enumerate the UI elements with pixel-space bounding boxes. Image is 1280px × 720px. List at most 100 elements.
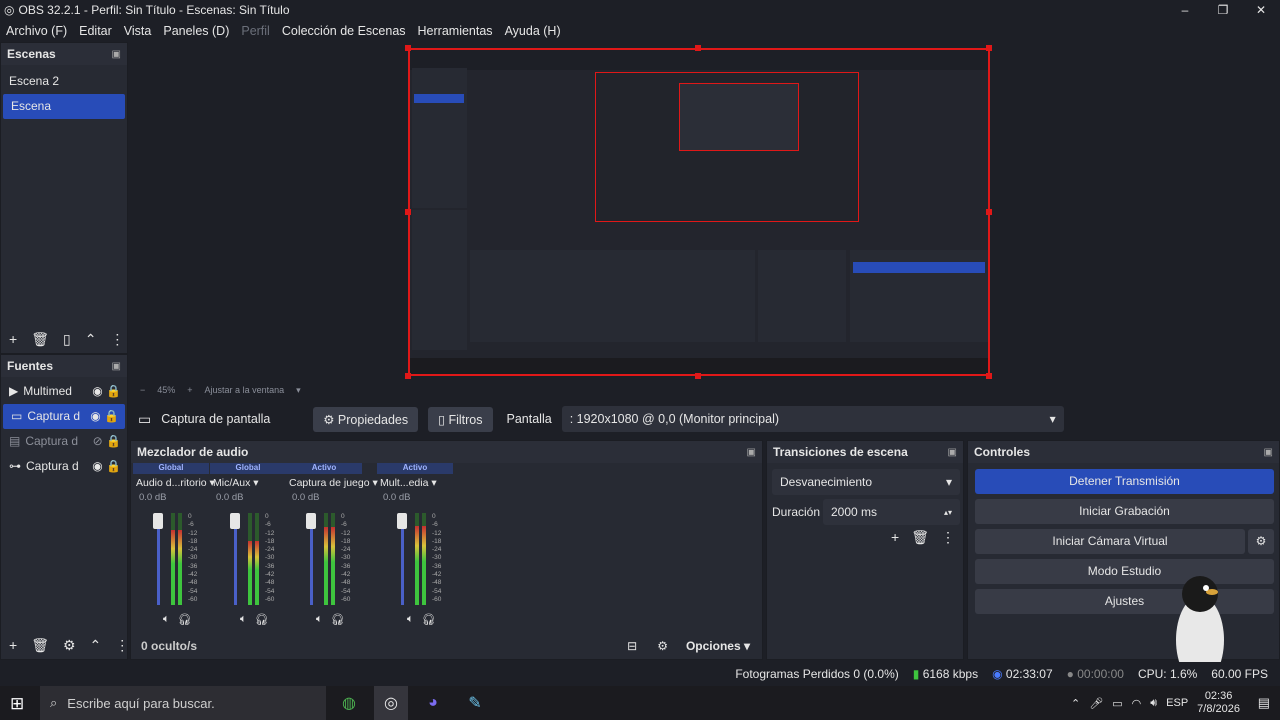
source-item[interactable]: ⊶ Captura d ◉ 🔒 [1,454,127,479]
resize-handle[interactable] [695,45,701,51]
layout-icon[interactable]: ⊟ [627,639,637,653]
volume-icon[interactable]: 🔊︎ [1150,697,1157,710]
resize-handle[interactable] [405,373,411,379]
trash-icon[interactable]: 🗑 [31,637,49,654]
more-icon[interactable]: ⋮ [115,637,129,654]
maximize-button[interactable]: ❐ [1204,0,1242,20]
chevron-down-icon: ▾ [1049,412,1056,426]
advanced-audio-icon[interactable]: ⚙ [657,639,668,653]
float-icon[interactable]: ▣ [747,447,756,458]
filters-button[interactable]: ▯ Filtros [428,406,493,432]
paint-icon[interactable]: ✎ [458,686,492,720]
stop-stream-button[interactable]: Detener Transmisión [975,469,1274,494]
preview-canvas[interactable] [408,48,990,376]
channel-mode: Global [133,463,209,474]
clock[interactable]: 02:36 7/8/2026 [1197,690,1240,716]
trash-icon[interactable]: 🗑 [31,331,49,348]
discord-icon[interactable]: ◕ [416,686,450,720]
language-indicator[interactable]: ESP [1166,697,1188,709]
virtual-camera-button[interactable]: Iniciar Cámara Virtual [975,529,1245,554]
menu-herramientas[interactable]: Herramientas [412,24,499,38]
windows-start-icon[interactable]: ⊞ [10,694,24,714]
float-icon[interactable]: ▣ [112,361,121,372]
resize-handle[interactable] [405,45,411,51]
volume-slider-handle[interactable] [230,513,240,529]
menu-coleccion[interactable]: Colección de Escenas [276,24,412,38]
chevron-up-icon[interactable]: ⌃ [90,637,102,654]
resize-handle[interactable] [695,373,701,379]
microphone-icon[interactable]: 🎤︎ [1089,697,1103,710]
eye-icon[interactable]: ◉ 🔒 [92,454,121,479]
trash-icon[interactable]: 🗑 [911,529,929,546]
channel-name[interactable]: Mult...edia ▾ [377,474,453,492]
wifi-icon[interactable]: ◠ [1132,697,1142,710]
more-icon[interactable]: ⋮ [110,331,124,348]
menu-vista[interactable]: Vista [118,24,158,38]
menu-perfil[interactable]: Perfil [235,24,275,38]
chevron-up-icon[interactable]: ⌃ [85,331,97,348]
volume-slider-handle[interactable] [153,513,163,529]
volume-slider-handle[interactable] [397,513,407,529]
eye-icon[interactable]: ◉ 🔒 [92,379,121,404]
properties-button[interactable]: ⚙ Propiedades [313,406,419,432]
eye-hidden-icon[interactable]: ⊘ 🔒 [93,429,121,454]
taskbar-search[interactable]: ⌕ Escribe aquí para buscar. [40,686,326,720]
minimize-button[interactable]: – [1166,0,1204,20]
add-icon[interactable]: + [9,331,17,347]
speaker-icon[interactable]: 🔈︎ [163,613,170,626]
menu-ayuda[interactable]: Ayuda (H) [499,24,567,38]
obs-icon[interactable]: ◎ [374,686,408,720]
float-icon[interactable]: ▣ [112,49,121,60]
start-recording-button[interactable]: Iniciar Grabación [975,499,1274,524]
spin-arrows-icon[interactable]: ▴▾ [944,508,952,517]
eye-icon[interactable]: ◉ 🔒 [90,404,119,429]
meter-scale-tick: -54 [265,587,275,595]
resize-handle[interactable] [986,45,992,51]
fit-window-button[interactable]: Ajustar a la ventana [205,385,285,395]
battery-icon[interactable]: ▭ [1112,697,1122,710]
channel-name[interactable]: Mic/Aux ▾ [210,474,286,492]
close-button[interactable]: ✕ [1242,0,1280,20]
add-icon[interactable]: + [891,529,899,546]
resize-handle[interactable] [986,209,992,215]
controls-title: Controles [974,445,1031,459]
headphones-icon[interactable]: 🎧︎ [178,613,192,626]
menu-archivo[interactable]: Archivo (F) [0,24,73,38]
float-icon[interactable]: ▣ [948,447,957,458]
headphones-icon[interactable]: 🎧︎ [422,613,436,626]
chevron-down-icon[interactable]: ▾ [296,385,301,396]
source-item-selected[interactable]: ▭ Captura d ◉ 🔒 [3,404,125,429]
options-button[interactable]: Opciones ▾ [686,639,750,653]
scene-item[interactable]: Escena 2 [1,69,127,94]
float-icon[interactable]: ▣ [1264,447,1273,458]
resize-handle[interactable] [405,209,411,215]
menu-paneles[interactable]: Paneles (D) [157,24,235,38]
zoom-out-button[interactable]: − [140,385,145,395]
headphones-icon[interactable]: 🎧︎ [255,613,269,626]
level-meter [178,513,182,605]
gear-icon[interactable]: ⚙ [63,637,76,654]
speaker-icon[interactable]: 🔈︎ [240,613,247,626]
duration-spinbox[interactable]: 2000 ms ▴▾ [823,499,960,525]
source-item[interactable]: ▤ Captura d ⊘ 🔒 [1,429,127,454]
channel-name[interactable]: Audio d...ritorio ▾ [133,474,215,492]
chevron-up-icon[interactable]: ⌃ [1071,697,1080,710]
resize-handle[interactable] [986,373,992,379]
speaker-icon[interactable]: 🔈︎ [316,613,323,626]
volume-slider-handle[interactable] [306,513,316,529]
filter-icon[interactable]: ▯ [63,331,71,348]
notifications-icon[interactable]: ▤ [1258,695,1270,711]
add-icon[interactable]: + [9,637,17,653]
speaker-icon[interactable]: 🔈︎ [407,613,414,626]
chrome-icon[interactable]: ◍ [332,686,366,720]
screen-select[interactable]: : 1920x1080 @ 0,0 (Monitor principal) ▾ [561,406,1064,432]
scene-item-selected[interactable]: Escena [3,94,125,119]
more-icon[interactable]: ⋮ [941,529,955,546]
transition-select[interactable]: Desvanecimiento ▾ [772,469,960,495]
headphones-icon[interactable]: 🎧︎ [331,613,345,626]
zoom-in-button[interactable]: + [187,385,192,395]
source-item[interactable]: ▶ Multimed ◉ 🔒 [1,379,127,404]
menu-editar[interactable]: Editar [73,24,118,38]
gear-icon[interactable]: ⚙ [1248,529,1274,554]
channel-name[interactable]: Captura de juego ▾ [286,474,378,492]
